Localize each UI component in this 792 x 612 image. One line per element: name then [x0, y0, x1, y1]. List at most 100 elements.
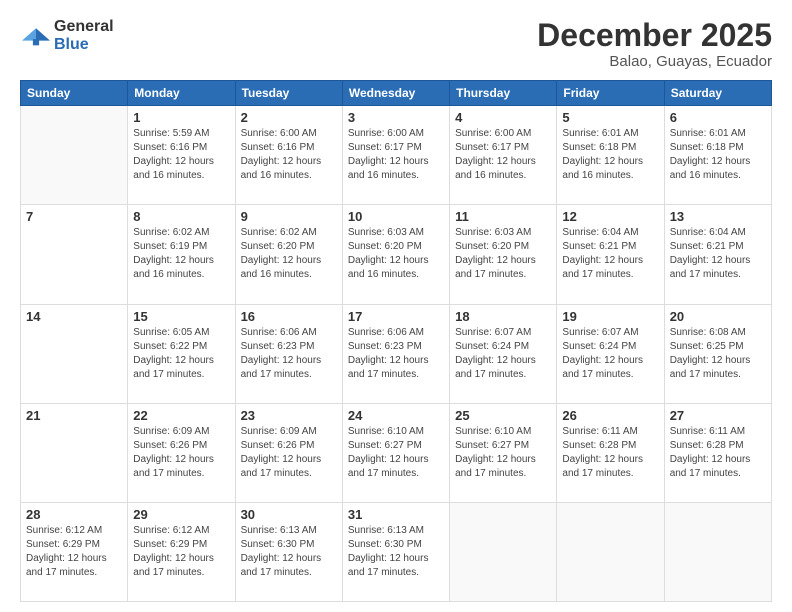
calendar-cell: 7 [21, 205, 128, 304]
calendar-cell: 29Sunrise: 6:12 AM Sunset: 6:29 PM Dayli… [128, 502, 235, 601]
day-number: 2 [241, 110, 337, 125]
day-info: Sunrise: 6:07 AM Sunset: 6:24 PM Dayligh… [455, 326, 551, 382]
calendar-cell: 20 Sunrise: 6:08 AM Sunset: 6:25 PM Dayli… [664, 304, 771, 403]
day-info: Sunrise: 6:10 AM Sunset: 6:27 PM Dayligh… [455, 425, 551, 481]
day-number: 17 [348, 309, 444, 324]
calendar-cell: 23 Sunrise: 6:09 AM Sunset: 6:26 PM Dayli… [235, 403, 342, 502]
day-info: Sunrise: 6:04 AM Sunset: 6:21 PM Dayligh… [562, 226, 658, 282]
calendar-cell: 5Sunrise: 6:01 AM Sunset: 6:18 PM Daylig… [557, 106, 664, 205]
day-number: 10 [348, 209, 444, 224]
day-info: Sunrise: 6:06 AM Sunset: 6:23 PM Dayligh… [348, 326, 444, 382]
day-number: 19 [562, 309, 658, 324]
calendar-cell: 9 Sunrise: 6:02 AM Sunset: 6:20 PM Daylig… [235, 205, 342, 304]
calendar-cell [557, 502, 664, 601]
calendar-cell: 8Sunrise: 6:02 AM Sunset: 6:19 PM Daylig… [128, 205, 235, 304]
day-number: 26 [562, 408, 658, 423]
day-info: Sunrise: 6:05 AM Sunset: 6:22 PM Dayligh… [133, 326, 229, 382]
day-number: 4 [455, 110, 551, 125]
day-info: Sunrise: 6:13 AM Sunset: 6:30 PM Dayligh… [348, 524, 444, 580]
day-number: 9 [241, 209, 337, 224]
day-info: Sunrise: 6:12 AM Sunset: 6:29 PM Dayligh… [26, 524, 122, 580]
calendar-cell: 3Sunrise: 6:00 AM Sunset: 6:17 PM Daylig… [342, 106, 449, 205]
day-number: 21 [26, 408, 122, 423]
calendar-cell: 24 Sunrise: 6:10 AM Sunset: 6:27 PM Dayli… [342, 403, 449, 502]
calendar-week-row: 28Sunrise: 6:12 AM Sunset: 6:29 PM Dayli… [21, 502, 772, 601]
day-number: 22 [133, 408, 229, 423]
calendar-cell: 18 Sunrise: 6:07 AM Sunset: 6:24 PM Dayli… [450, 304, 557, 403]
calendar-week-row: 21 22 Sunrise: 6:09 AM Sunset: 6:26 PM Day… [21, 403, 772, 502]
calendar-cell [664, 502, 771, 601]
day-info: Sunrise: 6:10 AM Sunset: 6:27 PM Dayligh… [348, 425, 444, 481]
day-number: 20 [670, 309, 766, 324]
day-info: Sunrise: 6:11 AM Sunset: 6:28 PM Dayligh… [670, 425, 766, 481]
calendar-cell: 11Sunrise: 6:03 AM Sunset: 6:20 PM Dayli… [450, 205, 557, 304]
day-number: 23 [241, 408, 337, 423]
day-info: Sunrise: 6:03 AM Sunset: 6:20 PM Dayligh… [348, 226, 444, 282]
col-wednesday: Wednesday [342, 81, 449, 106]
calendar-cell: 2 Sunrise: 6:00 AM Sunset: 6:16 PM Daylig… [235, 106, 342, 205]
col-tuesday: Tuesday [235, 81, 342, 106]
day-number: 8 [133, 209, 229, 224]
calendar-cell: 17 Sunrise: 6:06 AM Sunset: 6:23 PM Dayli… [342, 304, 449, 403]
logo-general-text: General [54, 18, 114, 36]
day-number: 31 [348, 507, 444, 522]
day-number: 18 [455, 309, 551, 324]
page: General Blue December 2025 Balao, Guayas… [0, 0, 792, 612]
day-info: Sunrise: 6:06 AM Sunset: 6:23 PM Dayligh… [241, 326, 337, 382]
day-info: Sunrise: 6:08 AM Sunset: 6:25 PM Dayligh… [670, 326, 766, 382]
day-number: 16 [241, 309, 337, 324]
calendar-cell: 15 Sunrise: 6:05 AM Sunset: 6:22 PM Dayli… [128, 304, 235, 403]
day-number: 12 [562, 209, 658, 224]
day-number: 25 [455, 408, 551, 423]
day-info: Sunrise: 5:59 AM Sunset: 6:16 PM Dayligh… [133, 127, 229, 183]
day-info: Sunrise: 6:01 AM Sunset: 6:18 PM Dayligh… [562, 127, 658, 183]
month-title: December 2025 [537, 18, 772, 53]
day-number: 6 [670, 110, 766, 125]
day-info: Sunrise: 6:00 AM Sunset: 6:16 PM Dayligh… [241, 127, 337, 183]
day-info: Sunrise: 6:04 AM Sunset: 6:21 PM Dayligh… [670, 226, 766, 282]
calendar-cell: 19Sunrise: 6:07 AM Sunset: 6:24 PM Dayli… [557, 304, 664, 403]
calendar-cell [450, 502, 557, 601]
calendar-week-row: 7 8Sunrise: 6:02 AM Sunset: 6:19 PM Dayli… [21, 205, 772, 304]
col-thursday: Thursday [450, 81, 557, 106]
logo-text: General Blue [54, 18, 114, 53]
day-info: Sunrise: 6:09 AM Sunset: 6:26 PM Dayligh… [133, 425, 229, 481]
calendar-cell: 14 [21, 304, 128, 403]
calendar-table: Sunday Monday Tuesday Wednesday Thursday… [20, 80, 772, 602]
col-monday: Monday [128, 81, 235, 106]
calendar-cell: 10 Sunrise: 6:03 AM Sunset: 6:20 PM Dayli… [342, 205, 449, 304]
day-info: Sunrise: 6:11 AM Sunset: 6:28 PM Dayligh… [562, 425, 658, 481]
day-number: 24 [348, 408, 444, 423]
location: Balao, Guayas, Ecuador [537, 53, 772, 70]
day-info: Sunrise: 6:13 AM Sunset: 6:30 PM Dayligh… [241, 524, 337, 580]
logo: General Blue [20, 18, 114, 53]
calendar-cell: 1 Sunrise: 5:59 AM Sunset: 6:16 PM Daylig… [128, 106, 235, 205]
day-number: 1 [133, 110, 229, 125]
calendar-cell: 25 Sunrise: 6:10 AM Sunset: 6:27 PM Dayli… [450, 403, 557, 502]
day-number: 3 [348, 110, 444, 125]
calendar-cell: 4 Sunrise: 6:00 AM Sunset: 6:17 PM Daylig… [450, 106, 557, 205]
day-info: Sunrise: 6:00 AM Sunset: 6:17 PM Dayligh… [455, 127, 551, 183]
logo-icon [22, 25, 50, 47]
title-section: December 2025 Balao, Guayas, Ecuador [537, 18, 772, 70]
calendar-body: 1 Sunrise: 5:59 AM Sunset: 6:16 PM Daylig… [21, 106, 772, 602]
calendar-header-row: Sunday Monday Tuesday Wednesday Thursday… [21, 81, 772, 106]
col-friday: Friday [557, 81, 664, 106]
day-number: 7 [26, 209, 122, 224]
day-info: Sunrise: 6:09 AM Sunset: 6:26 PM Dayligh… [241, 425, 337, 481]
calendar-cell: 30 Sunrise: 6:13 AM Sunset: 6:30 PM Dayli… [235, 502, 342, 601]
calendar-cell [21, 106, 128, 205]
calendar-cell: 21 [21, 403, 128, 502]
day-number: 15 [133, 309, 229, 324]
calendar-cell: 26 Sunrise: 6:11 AM Sunset: 6:28 PM Dayli… [557, 403, 664, 502]
calendar-cell: 31 Sunrise: 6:13 AM Sunset: 6:30 PM Dayli… [342, 502, 449, 601]
calendar-week-row: 14 15 Sunrise: 6:05 AM Sunset: 6:22 PM Day… [21, 304, 772, 403]
day-info: Sunrise: 6:02 AM Sunset: 6:20 PM Dayligh… [241, 226, 337, 282]
day-info: Sunrise: 6:03 AM Sunset: 6:20 PM Dayligh… [455, 226, 551, 282]
calendar-cell: 22 Sunrise: 6:09 AM Sunset: 6:26 PM Dayli… [128, 403, 235, 502]
day-info: Sunrise: 6:01 AM Sunset: 6:18 PM Dayligh… [670, 127, 766, 183]
day-number: 30 [241, 507, 337, 522]
calendar-cell: 27Sunrise: 6:11 AM Sunset: 6:28 PM Dayli… [664, 403, 771, 502]
logo-blue-text: Blue [54, 36, 114, 54]
day-info: Sunrise: 6:12 AM Sunset: 6:29 PM Dayligh… [133, 524, 229, 580]
